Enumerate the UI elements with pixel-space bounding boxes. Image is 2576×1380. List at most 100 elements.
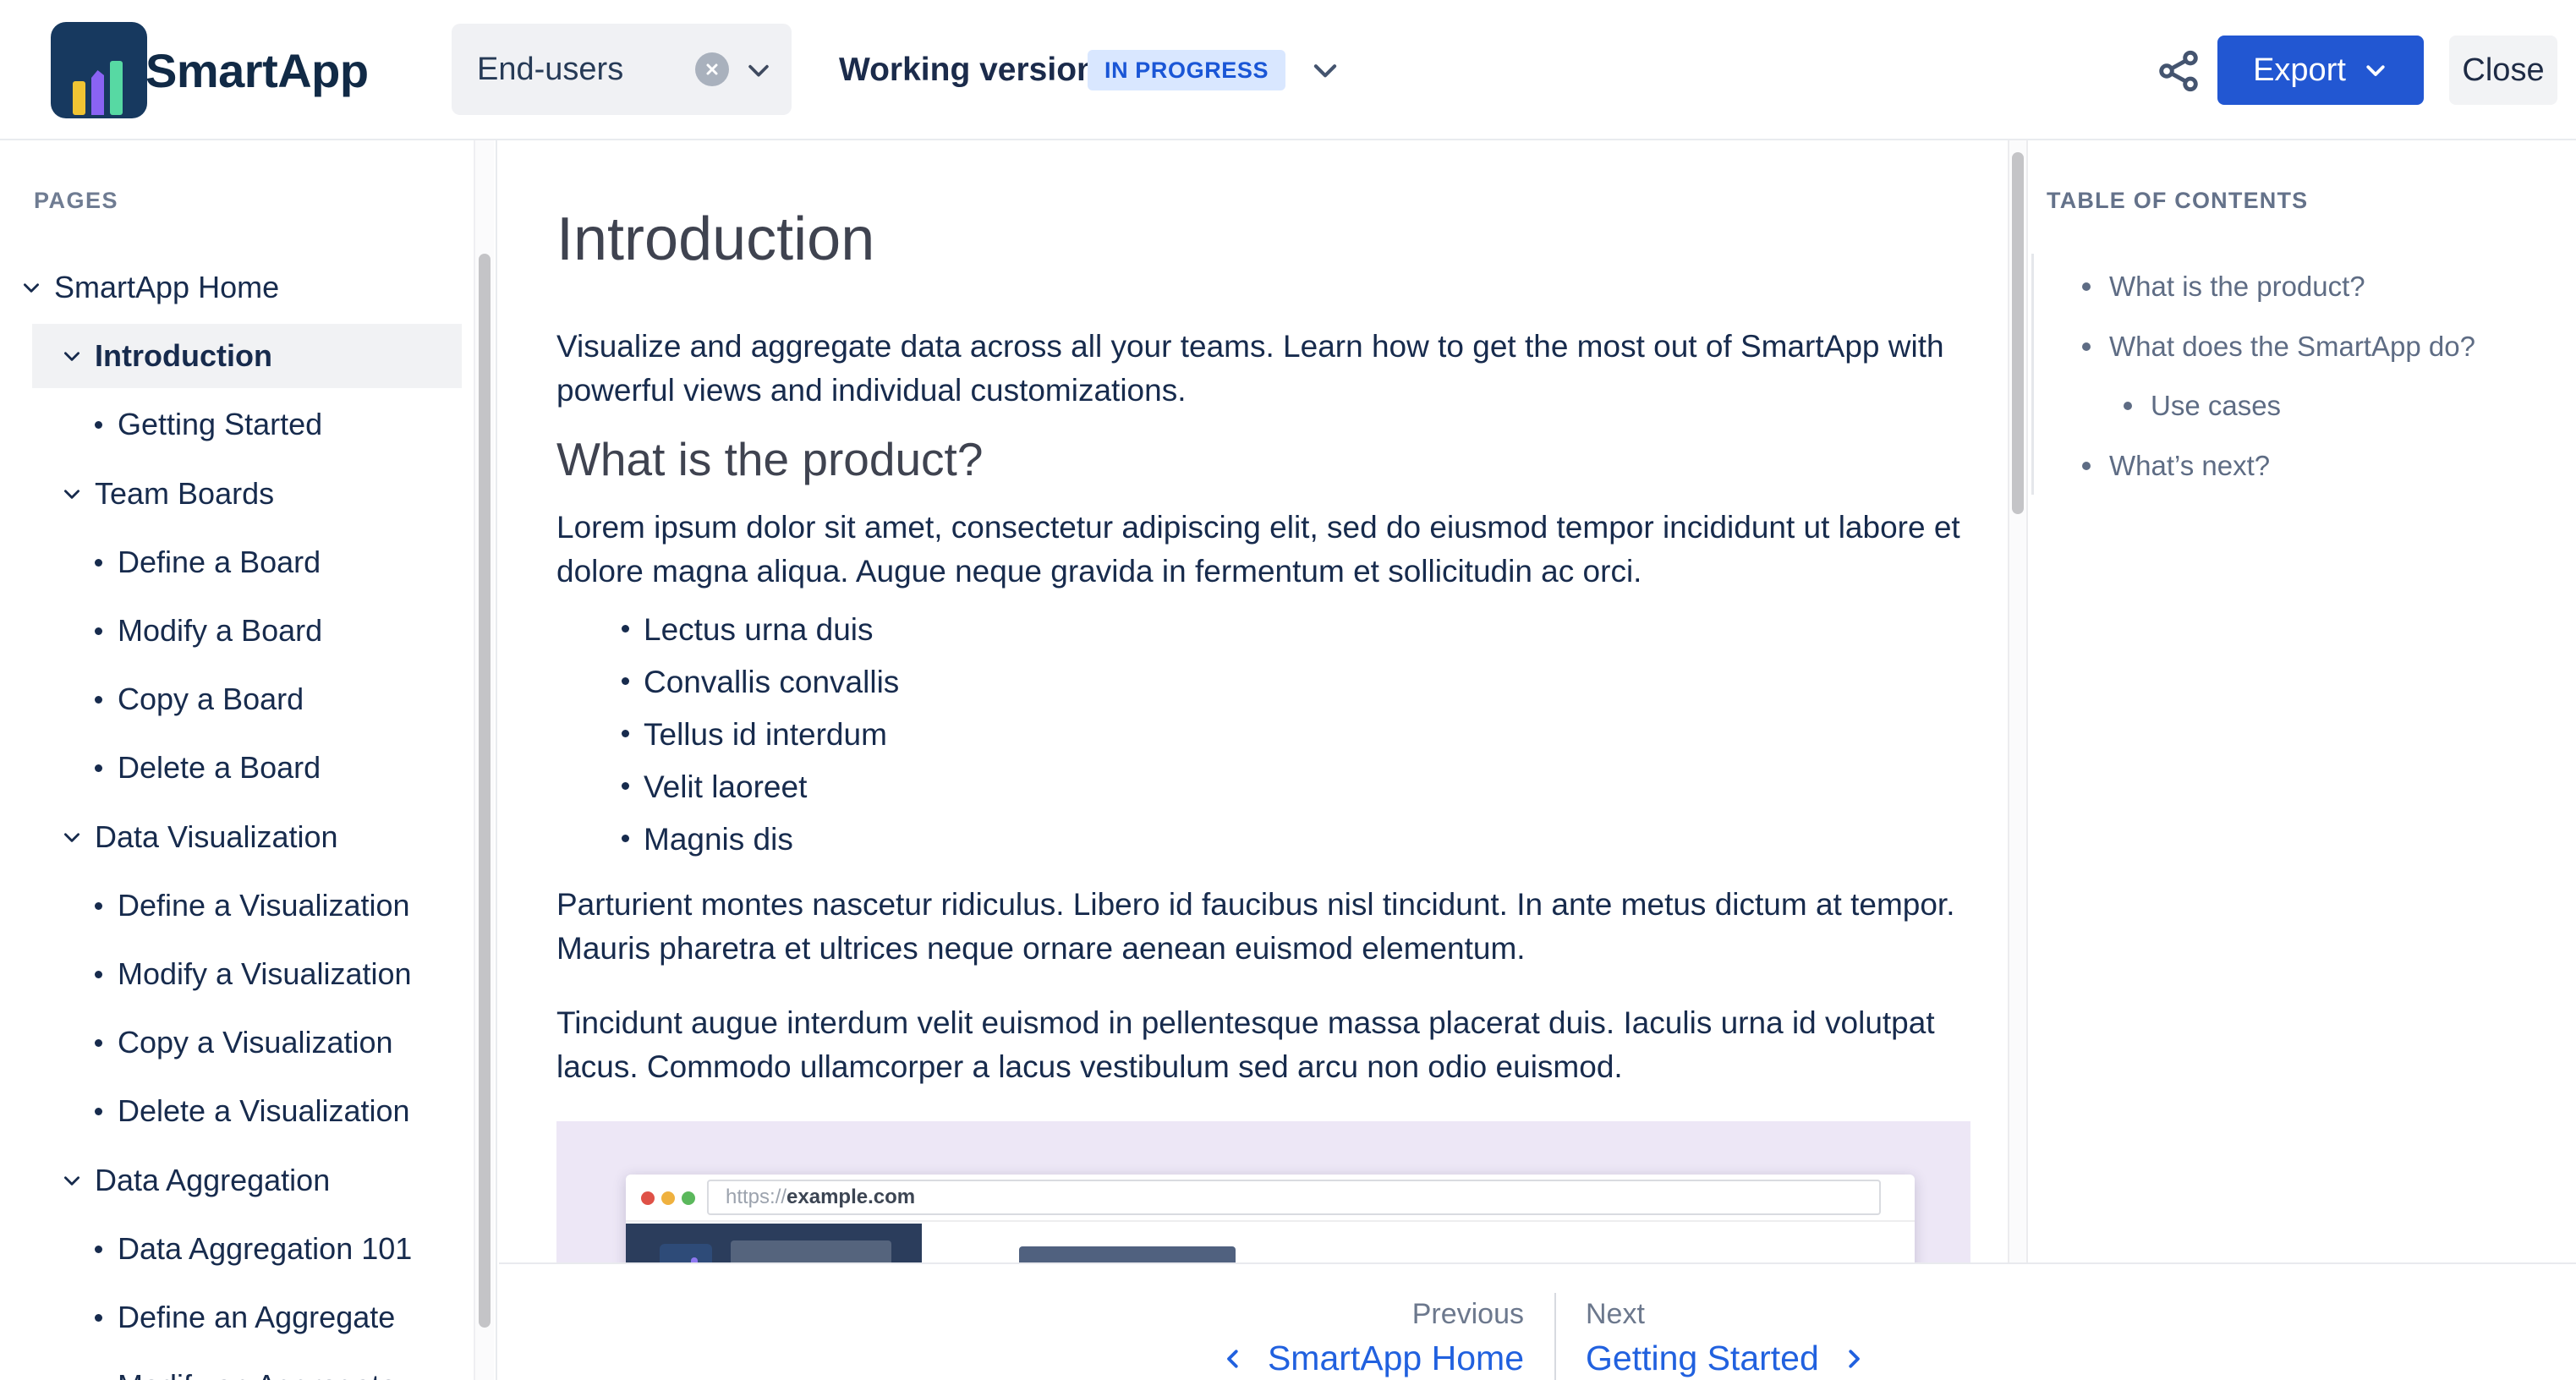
content-bullet-list: Lectus urna duis Convallis convallis Tellu… <box>556 612 1994 857</box>
content-scrollbar[interactable] <box>2008 140 2028 1262</box>
space-selector-dropdown[interactable]: End-users <box>452 24 792 115</box>
sidebar-item[interactable]: Team Boards <box>0 462 474 526</box>
list-item: Tellus id interdum <box>556 717 1994 753</box>
toc-item[interactable]: What is the product? <box>2082 268 2365 305</box>
sidebar-item[interactable]: Define a Board <box>0 530 474 594</box>
next-page-link[interactable]: Getting Started <box>1586 1339 1866 1378</box>
export-button-label: Export <box>2253 52 2346 89</box>
traffic-light-green-icon <box>682 1191 695 1205</box>
sidebar-item-label: Data Visualization <box>95 819 338 855</box>
pages-tree: SmartApp Home Introduction Getting Started… <box>0 140 496 1380</box>
sidebar-item[interactable]: Define an Aggregate <box>0 1285 474 1350</box>
sidebar-item[interactable]: Define a Visualization <box>0 873 474 938</box>
sidebar-item[interactable]: Modify a Visualization <box>0 942 474 1006</box>
toc-item-label: What does the SmartApp do? <box>2109 331 2475 363</box>
chevron-down-icon <box>744 56 773 89</box>
sidebar-item-label: Introduction <box>95 338 272 374</box>
footer-divider <box>1554 1293 1556 1380</box>
list-item-text: Velit laoreet <box>644 769 807 804</box>
chevron-down-icon <box>2363 58 2388 83</box>
browser-chrome-bar: https://example.com <box>626 1175 1915 1222</box>
bullet-icon <box>95 559 102 567</box>
body-paragraph: Parturient montes nascetur ridiculus. Li… <box>556 883 1994 971</box>
bullet-icon <box>2082 342 2091 351</box>
status-badge: IN PROGRESS <box>1088 50 1285 90</box>
export-button[interactable]: Export <box>2217 36 2424 105</box>
url-host: example.com <box>787 1186 915 1209</box>
list-item-text: Convallis convallis <box>644 665 899 699</box>
next-page-title: Getting Started <box>1586 1339 1819 1378</box>
bullet-icon <box>95 971 102 978</box>
list-item-text: Tellus id interdum <box>644 717 887 752</box>
browser-mockup-body <box>626 1224 1915 1262</box>
sidebar-item-label: SmartApp Home <box>54 270 279 305</box>
browser-mockup: https://example.com <box>626 1175 1915 1262</box>
list-item: Magnis dis <box>556 822 1994 857</box>
next-label: Next <box>1586 1298 1645 1331</box>
top-bar: SmartApp End-users Working version IN PR… <box>0 0 2576 140</box>
sidebar-item[interactable]: Delete a Visualization <box>0 1079 474 1143</box>
sidebar-item[interactable]: Modify a Board <box>0 599 474 663</box>
sidebar-item-label: Modify a Board <box>118 613 322 649</box>
toc-item[interactable]: Use cases <box>2124 387 2281 424</box>
chevron-right-icon <box>1841 1344 1866 1373</box>
pagination-footer: Previous SmartApp Home Next Getting Star… <box>499 1262 2576 1380</box>
sidebar-item[interactable]: Data Visualization <box>0 805 474 869</box>
sidebar-item[interactable]: SmartApp Home <box>0 255 474 320</box>
clear-selection-button[interactable] <box>695 52 729 86</box>
close-icon <box>704 61 721 78</box>
content-scrollbar-thumb[interactable] <box>2012 152 2024 514</box>
sidebar-item[interactable]: Copy a Visualization <box>0 1010 474 1075</box>
sidebar-item-label: Copy a Board <box>118 682 304 717</box>
sidebar-item-label: Define an Aggregate <box>118 1300 395 1335</box>
section-heading: What is the product? <box>556 431 1994 487</box>
sidebar-item[interactable]: Data Aggregation <box>0 1148 474 1213</box>
space-selector-value: End-users <box>477 24 623 115</box>
list-item: Convallis convallis <box>556 665 1994 700</box>
list-item: Lectus urna duis <box>556 612 1994 648</box>
mockup-placeholder-button <box>1019 1246 1236 1262</box>
document-body: Introduction Visualize and aggregate dat… <box>556 140 1994 1262</box>
body-paragraph: Lorem ipsum dolor sit amet, consectetur … <box>556 506 1994 594</box>
toc-item[interactable]: What does the SmartApp do? <box>2082 328 2475 365</box>
list-item-text: Magnis dis <box>644 822 793 857</box>
sidebar-item[interactable]: Getting Started <box>0 392 474 457</box>
toc-item-label: What’s next? <box>2109 450 2270 482</box>
sidebar-item[interactable]: Copy a Board <box>0 667 474 731</box>
sidebar-item-label: Delete a Visualization <box>118 1093 410 1129</box>
mockup-placeholder-bar <box>731 1240 891 1262</box>
traffic-light-red-icon <box>641 1191 655 1205</box>
sidebar-scrollbar[interactable] <box>474 140 494 1380</box>
bullet-icon <box>622 677 629 685</box>
toc-item[interactable]: What’s next? <box>2082 447 2270 485</box>
sidebar-item-label: Team Boards <box>95 476 274 512</box>
url-scheme: https:// <box>726 1186 787 1209</box>
sidebar-item-label: Modify a Visualization <box>118 956 412 992</box>
version-selector[interactable]: Working version <box>839 0 1097 140</box>
close-button[interactable]: Close <box>2449 36 2557 105</box>
bullet-icon <box>95 764 102 772</box>
sidebar-item-label: Getting Started <box>118 407 322 442</box>
toc-title: TABLE OF CONTENTS <box>2047 188 2308 214</box>
mockup-sidebar <box>626 1224 922 1262</box>
sidebar-item[interactable]: Delete a Board <box>0 736 474 800</box>
sidebar-scrollbar-thumb[interactable] <box>479 254 491 1328</box>
sidebar-item[interactable]: Modify an Aggregate <box>0 1354 474 1380</box>
chevron-down-icon <box>61 826 83 848</box>
bullet-icon <box>622 835 629 842</box>
sidebar-item-label: Data Aggregation <box>95 1163 330 1198</box>
app-logo-icon <box>51 22 147 118</box>
url-bar: https://example.com <box>707 1180 1881 1215</box>
previous-label: Previous <box>1412 1298 1524 1331</box>
chevron-down-icon[interactable] <box>1309 54 1341 90</box>
sidebar-item[interactable]: Data Aggregation 101 <box>0 1217 474 1281</box>
bullet-icon <box>95 627 102 635</box>
previous-page-link[interactable]: SmartApp Home <box>1220 1339 1524 1378</box>
version-label: Working version <box>839 52 1097 89</box>
bullet-icon <box>95 1246 102 1253</box>
bullet-icon <box>95 902 102 910</box>
sidebar-item[interactable]: Introduction <box>0 324 474 388</box>
bullet-icon <box>2082 282 2091 291</box>
share-icon[interactable] <box>2155 47 2202 95</box>
close-button-label: Close <box>2462 52 2544 89</box>
